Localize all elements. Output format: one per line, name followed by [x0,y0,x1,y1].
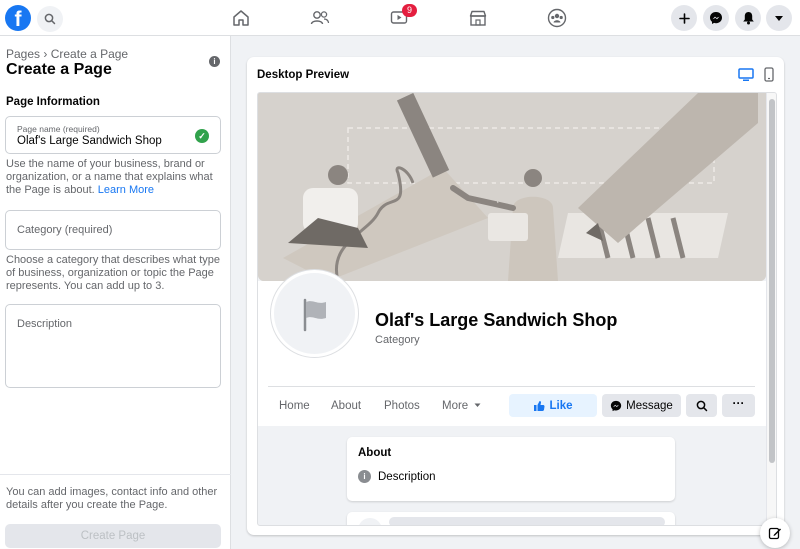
avatar-placeholder [358,518,382,525]
preview-title: Desktop Preview [257,69,350,81]
create-page-panel: Pages › Create a Page Create a Page i Pa… [0,36,231,549]
edit-icon [768,527,781,540]
page-header: Olaf's Large Sandwich Shop Category Home… [258,270,766,426]
marketplace-icon [469,10,487,26]
tab-photos[interactable]: Photos [384,400,420,412]
bottom-section: You can add images, contact info and oth… [0,474,231,549]
category-field[interactable]: Category (required) [5,210,221,250]
thumbs-up-icon [534,400,545,411]
about-card: About i Description [347,437,675,501]
search-button[interactable] [37,6,63,32]
about-description: Description [378,470,436,483]
breadcrumb: Pages › Create a Page [6,47,128,61]
info-icon: i [358,470,371,483]
plus-icon [678,12,690,24]
tabs-divider [268,386,755,387]
flag-icon [303,298,326,331]
create-button[interactable] [671,5,697,31]
message-button-label: Message [626,399,673,412]
about-description-row: i Description [358,470,436,483]
page-name-label: Page name (required) [17,124,100,134]
check-icon: ✓ [195,129,209,143]
breadcrumb-separator: › [43,47,48,61]
info-icon[interactable]: i [209,56,220,67]
compose-button[interactable] [760,518,790,548]
page-name-field[interactable]: Page name (required) Olaf's Large Sandwi… [5,116,221,154]
messenger-icon [611,400,622,411]
desktop-preview-card: Desktop Preview Olaf's Large Sandwich Sh… [247,57,784,535]
preview-frame: Olaf's Large Sandwich Shop Category Home… [257,92,777,526]
profile-picture [271,270,358,357]
search-icon [44,13,56,25]
bell-icon [742,12,754,25]
more-options-button[interactable]: ··· [722,394,755,417]
cover-illustration [258,93,766,281]
notification-badge: 9 [402,4,417,17]
tab-more[interactable]: More [442,400,481,412]
caret-down-icon [474,403,481,408]
marketplace-nav-button[interactable] [465,5,491,31]
friends-nav-button[interactable] [307,5,333,31]
preview-category: Category [375,334,420,346]
description-placeholder: Description [17,318,73,330]
scrollbar-thumb[interactable] [769,99,775,463]
like-button[interactable]: Like [509,394,597,417]
friends-icon [310,11,330,25]
like-button-label: Like [549,399,573,412]
page-search-button[interactable] [686,394,717,417]
tab-about[interactable]: About [331,400,361,412]
page-name-value[interactable]: Olaf's Large Sandwich Shop [17,135,162,147]
desktop-icon[interactable] [738,68,754,82]
breadcrumb-current: Create a Page [50,47,129,61]
messenger-icon [710,12,722,24]
about-title: About [358,447,392,459]
message-button[interactable]: Message [602,394,681,417]
groups-icon [547,8,567,28]
learn-more-link[interactable]: Learn More [98,184,154,196]
text-placeholder-bar [389,517,665,525]
description-field[interactable]: Description [5,304,221,388]
home-icon [233,10,249,26]
mobile-icon[interactable] [764,67,774,82]
create-page-button[interactable]: Create Page [5,524,221,548]
account-menu-button[interactable] [766,5,792,31]
breadcrumb-pages-link[interactable]: Pages [6,47,40,61]
post-placeholder-card [347,512,675,525]
category-placeholder: Category (required) [17,224,113,236]
top-navigation-bar: f 9 [0,0,800,36]
section-title: Page Information [6,96,100,108]
groups-nav-button[interactable] [544,5,570,31]
category-helper: Choose a category that describes what ty… [6,254,221,292]
home-nav-button[interactable] [228,5,254,31]
messenger-button[interactable] [703,5,729,31]
preview-scrollbar[interactable] [766,93,776,525]
notifications-button[interactable] [735,5,761,31]
page-name-helper: Use the name of your business, brand or … [6,158,228,197]
tab-home[interactable]: Home [279,400,310,412]
bottom-note: You can add images, contact info and oth… [6,486,218,511]
caret-down-icon [775,15,783,21]
facebook-logo[interactable]: f [5,5,31,31]
page-title: Create a Page [6,61,112,78]
preview-page-name: Olaf's Large Sandwich Shop [375,310,618,330]
tab-more-label: More [442,400,469,412]
cover-art [258,93,766,281]
search-icon [696,400,707,411]
